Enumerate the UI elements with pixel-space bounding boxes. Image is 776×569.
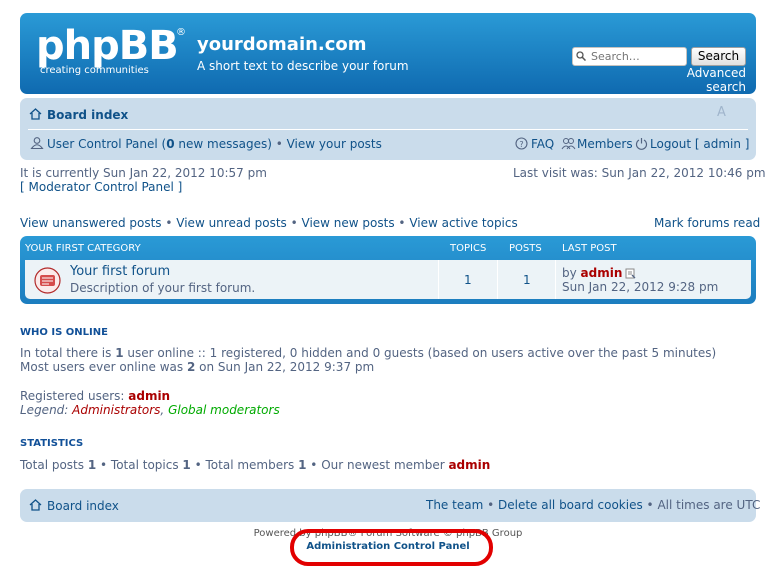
unread-posts-link[interactable]: View unread posts xyxy=(176,216,287,230)
bullet: • xyxy=(483,498,498,512)
total-posts: 1 xyxy=(87,458,97,472)
forum-title-link[interactable]: Your first forum xyxy=(70,264,170,279)
online-count: 1 xyxy=(115,346,124,360)
online-total-line: In total there is 1 user online :: 1 reg… xyxy=(20,346,716,360)
new-messages-count[interactable]: 0 xyxy=(166,137,174,151)
legend-administrators-link[interactable]: Administrators xyxy=(72,403,160,417)
logo-registered-mark: ® xyxy=(176,27,186,38)
posts-count: 1 xyxy=(523,273,531,287)
ucp-link[interactable]: User Control Panel ( xyxy=(47,137,166,151)
last-post-author-line: by admin xyxy=(562,266,622,280)
bullet: • xyxy=(161,216,177,230)
forum-read-icon xyxy=(34,267,61,294)
last-post-by: by xyxy=(562,266,581,280)
col-topics-header: TOPICS xyxy=(450,243,487,254)
faq-link[interactable]: FAQ xyxy=(531,137,554,151)
delete-cookies-link[interactable]: Delete all board cookies xyxy=(498,498,643,512)
bullet: • xyxy=(394,216,410,230)
navbar-divider xyxy=(28,129,748,130)
footer-board-index-link[interactable]: Board index xyxy=(47,499,119,513)
user-icon xyxy=(30,137,44,149)
mark-forums-read-link[interactable]: Mark forums read xyxy=(654,216,760,230)
unanswered-posts-link[interactable]: View unanswered posts xyxy=(20,216,162,230)
quick-links: View unanswered posts • View unread post… xyxy=(20,216,518,230)
site-title: yourdomain.com xyxy=(197,34,367,55)
current-time: It is currently Sun Jan 22, 2012 10:57 p… xyxy=(20,166,267,180)
bullet: • xyxy=(190,458,206,472)
col-posts-header: POSTS xyxy=(509,243,542,254)
svg-text:?: ? xyxy=(519,140,523,149)
newest-member-link[interactable]: admin xyxy=(448,458,490,472)
total-posts-label: Total posts xyxy=(20,458,88,472)
bullet: • xyxy=(96,458,111,472)
forum-description: Description of your first forum. xyxy=(70,281,256,295)
column-divider xyxy=(497,260,498,299)
registered-label: Registered users: xyxy=(20,389,129,403)
ucp-line: User Control Panel (0 new messages) • Vi… xyxy=(47,137,382,151)
search-icon xyxy=(576,51,586,61)
last-visit: Last visit was: Sun Jan 22, 2012 10:46 p… xyxy=(513,166,766,180)
category-title[interactable]: YOUR FIRST CATEGORY xyxy=(25,243,141,254)
newest-member-label: Our newest member xyxy=(321,458,449,472)
last-post-date: Sun Jan 22, 2012 9:28 pm xyxy=(562,280,719,294)
bullet: • xyxy=(286,216,302,230)
mcp-link[interactable]: [ Moderator Control Panel ] xyxy=(20,180,182,194)
highlight-circle xyxy=(290,529,493,566)
home-icon xyxy=(29,108,42,120)
search-button[interactable]: Search xyxy=(691,47,746,66)
statistics-heading: STATISTICS xyxy=(20,438,84,449)
divider xyxy=(20,340,756,341)
text: user online :: 1 registered, 0 hidden an… xyxy=(123,346,717,360)
col-last-post-header: LAST POST xyxy=(562,243,617,254)
timezone-text: All times are UTC xyxy=(657,498,761,512)
logout-icon xyxy=(635,138,648,150)
legend-global-moderators-link[interactable]: Global moderators xyxy=(168,403,280,417)
bullet: • xyxy=(642,498,658,512)
home-icon xyxy=(29,499,42,511)
members-link[interactable]: Members xyxy=(577,137,633,151)
last-post-author-link[interactable]: admin xyxy=(581,266,623,280)
text: Most users ever online was xyxy=(20,360,187,374)
column-divider xyxy=(438,260,439,299)
footer-links: The team • Delete all board cookies • Al… xyxy=(426,498,760,512)
nav-board-index[interactable]: Board index xyxy=(47,108,128,122)
text: In total there is xyxy=(20,346,116,360)
new-posts-link[interactable]: View new posts xyxy=(302,216,395,230)
the-team-link[interactable]: The team xyxy=(426,498,483,512)
advanced-search-link[interactable]: Advanced search xyxy=(648,66,746,94)
faq-icon: ? xyxy=(515,137,528,150)
who-is-online-heading[interactable]: WHO IS ONLINE xyxy=(20,327,108,338)
view-latest-post-icon[interactable] xyxy=(625,268,636,279)
total-members-label: Total members xyxy=(205,458,299,472)
logout-link[interactable]: Logout [ admin ] xyxy=(650,137,750,151)
members-icon xyxy=(561,138,576,150)
legend-line: Legend: Administrators, Global moderator… xyxy=(20,403,280,417)
view-your-posts-link[interactable]: View your posts xyxy=(287,137,382,151)
bullet: • xyxy=(306,458,322,472)
topics-count: 1 xyxy=(464,273,472,287)
site-description: A short text to describe your forum xyxy=(197,59,409,73)
logo-tagline: creating communities xyxy=(40,65,149,76)
registered-user-link[interactable]: admin xyxy=(128,389,170,403)
total-topics-label: Total topics xyxy=(110,458,183,472)
text: , xyxy=(160,403,169,417)
footer-navbar: Board index The team • Delete all board … xyxy=(20,489,760,522)
logo-text: phpBB xyxy=(36,23,179,69)
online-record-line: Most users ever online was 2 on Sun Jan … xyxy=(20,360,374,374)
registered-users-line: Registered users: admin xyxy=(20,389,170,403)
search-input[interactable] xyxy=(572,47,687,66)
column-divider xyxy=(555,260,556,299)
bullet: • xyxy=(271,137,287,151)
legend-label: Legend: xyxy=(20,403,73,417)
header-bar: phpBB ® creating communities yourdomain.… xyxy=(20,13,756,94)
total-topics: 1 xyxy=(182,458,191,472)
text: on Sun Jan 22, 2012 9:37 pm xyxy=(195,360,375,374)
active-topics-link[interactable]: View active topics xyxy=(409,216,517,230)
statistics-line: Total posts 1 • Total topics 1 • Total m… xyxy=(20,458,490,472)
new-messages-label[interactable]: new messages) xyxy=(175,137,271,151)
font-resize-icon[interactable]: A xyxy=(717,105,726,120)
forum-row: Your first forum Description of your fir… xyxy=(25,260,751,299)
navbar: Board index A User Control Panel (0 new … xyxy=(20,98,756,160)
phpbb-logo[interactable]: phpBB ® creating communities xyxy=(36,23,186,83)
